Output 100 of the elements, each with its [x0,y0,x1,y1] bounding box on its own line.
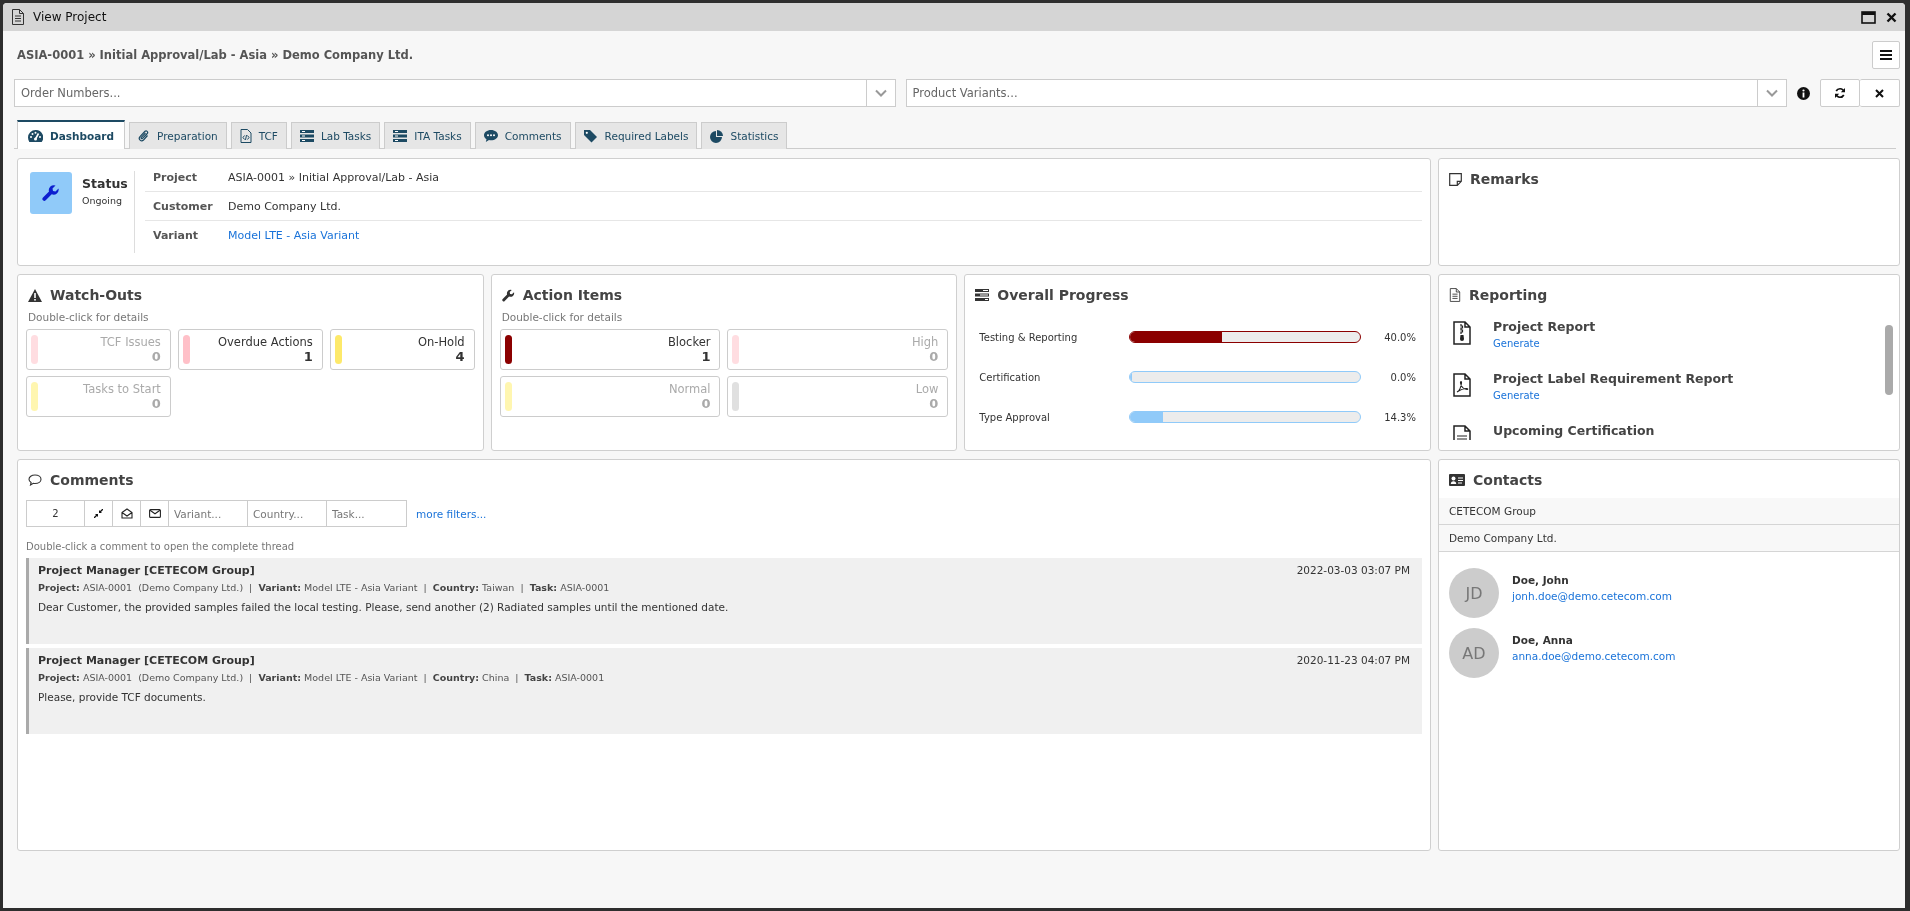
card-title: Comments [50,472,134,488]
contact-group[interactable]: Demo Company Ltd. [1439,525,1899,552]
field-label: Customer [153,199,214,213]
document-icon [1449,288,1461,302]
hint-text: Double-click a comment to open the complete thread [25,540,296,554]
close-icon [1875,88,1884,98]
pdf-file-icon [1453,373,1471,397]
comment-meta: Project: ASIA-0001 (Demo Company Ltd.) | Variant: Model LTE - Asia Variant | Country: China | Task: ASIA-0001 [38,672,606,683]
card-title: Action Items [522,287,623,303]
counter-tile[interactable]: Blocker 1 [499,329,721,370]
tile-label: On-Hold [417,335,465,349]
tile-count: 0 [700,396,711,411]
tile-count: 0 [928,396,939,411]
card-title: Overall Progress [997,287,1129,303]
card-title: Reporting [1469,287,1548,303]
order-numbers-select[interactable]: Order Numbers... [14,79,866,107]
document-icon [11,9,25,25]
tile-label: Blocker [667,335,711,349]
info-icon[interactable] [1797,86,1810,100]
wrench-icon [42,184,60,202]
contact-card-icon [1449,473,1465,487]
note-icon [1449,172,1462,186]
zip-file-icon [1453,321,1471,345]
tab[interactable]: Preparation [129,122,227,149]
comment-item[interactable] [26,558,1422,644]
field-value: Demo Company Ltd. [228,199,341,213]
tag-icon [583,129,598,143]
report-title: Project Report [1493,319,1596,334]
speech-bubble-icon [28,474,42,486]
tile-count: 1 [700,349,711,364]
tile-label: Low [914,382,939,396]
status-value: Ongoing [82,195,124,206]
progress-reading: 0.0% [1389,371,1416,383]
tile-count: 0 [928,349,939,364]
comment-text: Please, provide TCF documents. [38,691,207,703]
counter-tile[interactable]: Overdue Actions 1 [177,329,323,370]
email-link[interactable]: jonh.doe@demo.cetecom.com [1512,590,1672,602]
generate-link[interactable]: Generate [1493,390,1540,401]
tile-label: Overdue Actions [216,335,313,349]
progress-label: Certification [979,371,1042,383]
comment-author: Project Manager [CETECOM Group] [38,654,255,667]
tab[interactable]: ITA Tasks [384,122,471,149]
progress-reading: 14.3% [1383,411,1416,423]
hint-text: Double-click for details [500,311,624,325]
paperclip-icon [138,129,151,143]
generate-link[interactable]: Generate [1493,338,1540,349]
avatar: JD [1449,568,1499,618]
comment-meta: Project: ASIA-0001 (Demo Company Ltd.) | Variant: Model LTE - Asia Variant | Country: Taiwan | Task: ASIA-0001 [38,582,611,593]
status-label: Status [82,176,128,191]
product-variants-select[interactable]: Product Variants... [905,79,1757,107]
progress-bars-icon [975,289,990,301]
counter-tile[interactable]: On-Hold 4 [329,329,475,370]
contact-name: Doe, Anna [1512,634,1574,646]
contact-name: Doe, John [1512,574,1570,586]
maximize-icon[interactable] [1861,10,1876,24]
tab[interactable]: Dashboard [17,120,126,149]
tab[interactable]: Required Labels [574,122,698,149]
tab[interactable]: Comments [474,122,571,149]
tile-count: 1 [302,349,313,364]
comment-item[interactable]: Project Manager [CETECOM Group] 2020-11-23 04:07 PM Project: ASIA-0001 (Demo Company Ltd.) | Variant: Model LTE - Asia Variant | Country: China | Task: ASIA-0001 Please, provide TCF documents. [26,648,1422,734]
progress-reading: 40.0% [1383,331,1416,343]
card-title: Watch-Outs [50,287,143,303]
comment-date: 2020-11-23 04:07 PM [1296,654,1410,667]
variant-link[interactable]: Model LTE - Asia Variant [228,229,360,242]
speech-bubble-icon [483,130,498,142]
menu-icon [1880,50,1892,60]
clear-button[interactable] [1860,79,1900,107]
email-link[interactable]: anna.doe@demo.cetecom.com [1512,650,1676,662]
tile-count: 0 [150,349,161,364]
tile-label: TCF Issues [99,335,161,349]
report-title: Project Label Requirement Report [1493,371,1734,386]
dropdown-button[interactable] [865,79,896,107]
avatar: AD [1449,628,1499,678]
menu-button[interactable] [1872,41,1900,69]
tile-count: 4 [454,349,465,364]
refresh-button[interactable] [1820,79,1860,107]
contact-group[interactable]: CETECOM Group [1439,498,1899,525]
tile-label: Tasks to Start [82,382,161,396]
breadcrumb: ASIA-0001 » Initial Approval/Lab - Asia » Demo Company Ltd. [16,48,414,62]
tab[interactable]: TCF [230,122,287,149]
caret-icon [1766,89,1778,97]
comment-author: Project Manager [CETECOM Group] [38,564,255,577]
field-label: Project [153,170,199,184]
pie-chart-icon [710,129,724,143]
close-icon[interactable] [1886,11,1897,23]
tile-label: Normal [667,382,711,396]
progress-label: Testing & Reporting [979,331,1079,343]
field-value: ASIA-0001 » Initial Approval/Lab - Asia [228,170,440,184]
tile-count: 0 [150,396,161,411]
caret-icon [874,89,887,97]
more-filters-link[interactable]: more filters... [416,507,487,520]
list-icon [299,130,314,142]
window-title: View Project [33,10,108,24]
tab[interactable]: Statistics [701,122,788,149]
dropdown-button[interactable] [1757,79,1787,107]
scrollbar[interactable] [1885,325,1893,395]
warning-icon [28,288,42,302]
card-title: Contacts [1473,472,1543,488]
list-icon [393,130,408,142]
tab[interactable]: Lab Tasks [290,122,381,149]
